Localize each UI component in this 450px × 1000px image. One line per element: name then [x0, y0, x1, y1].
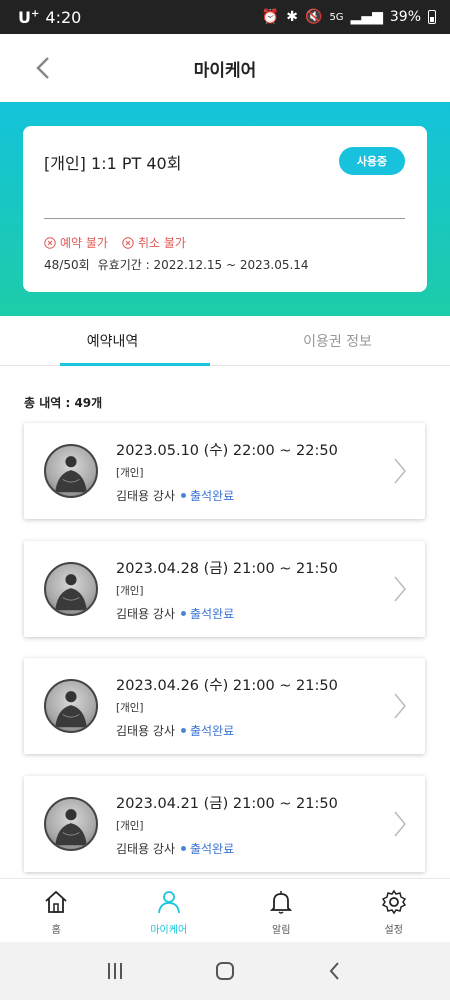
trainer-name: 김태용 강사 — [116, 842, 176, 856]
trainer-photo-icon — [55, 574, 87, 611]
trainer-avatar — [44, 797, 98, 851]
booking-card[interactable]: 2023.04.28 (금) 21:00 ~ 21:50 [개인] 김태용 강사… — [24, 541, 425, 637]
attendance-status: 출석완료 — [190, 724, 235, 738]
tab-reservations[interactable]: 예약내역 — [0, 316, 225, 366]
booking-datetime: 2023.04.21 (금) 21:00 ~ 21:50 — [116, 796, 338, 812]
trainer-photo-icon — [55, 809, 87, 846]
pass-name: [개인] 1:1 PT 40회 — [44, 154, 182, 173]
session-count: 48/50회 — [44, 258, 90, 272]
alarm-icon: ⏰ — [261, 9, 280, 25]
validity-period: 유효기간 : 2022.12.15 ~ 2023.05.14 — [97, 258, 309, 272]
attendance-status: 출석완료 — [190, 489, 235, 503]
status-dot — [181, 493, 187, 498]
chevron-right-icon — [394, 458, 406, 484]
trainer-photo-icon — [55, 691, 87, 728]
pass-meta: 48/50회 유효기간 : 2022.12.15 ~ 2023.05.14 — [44, 256, 317, 273]
attendance-status: 출석완료 — [190, 842, 235, 856]
status-dot — [181, 728, 187, 733]
app-header: 마이케어 — [0, 34, 450, 102]
battery-icon — [428, 10, 436, 24]
x-circle-icon — [44, 236, 56, 249]
battery-percent: 39% — [389, 9, 421, 25]
booking-type: [개인] — [116, 467, 144, 479]
signal-icon: ▂▄▆ — [350, 9, 383, 25]
person-icon — [157, 891, 180, 914]
booking-card[interactable]: 2023.04.21 (금) 21:00 ~ 21:50 [개인] 김태용 강사… — [24, 776, 425, 872]
bottom-nav: 홈 마이케어 알림 설정 — [0, 878, 450, 942]
cancel-unavailable-flag: 취소 불가 — [122, 234, 186, 251]
trainer-avatar — [44, 444, 98, 498]
booking-datetime: 2023.04.26 (수) 21:00 ~ 21:50 — [116, 678, 338, 694]
total-count: 총 내역 : 49개 — [24, 396, 103, 410]
status-bar: U+ 4:20 ⏰ ✱ 🔇 5G ▂▄▆ 39% — [0, 0, 450, 34]
nav-settings[interactable]: 설정 — [338, 879, 450, 942]
nav-home[interactable]: 홈 — [0, 879, 113, 942]
booking-card[interactable]: 2023.05.10 (수) 22:00 ~ 22:50 [개인] 김태용 강사… — [24, 423, 425, 519]
trainer-name: 김태용 강사 — [116, 489, 176, 503]
bell-icon — [270, 891, 293, 914]
network-5g-icon: 5G — [329, 11, 344, 23]
booking-type: [개인] — [116, 585, 144, 597]
trainer-avatar — [44, 562, 98, 616]
reservation-unavailable-flag: 예약 불가 — [44, 234, 108, 251]
back-button[interactable] — [28, 52, 60, 84]
carrier-label: U+ — [18, 7, 40, 27]
back-nav-icon[interactable] — [323, 959, 347, 983]
mute-icon: 🔇 — [305, 9, 323, 25]
gear-icon — [381, 889, 406, 915]
home-icon — [45, 890, 67, 913]
trainer-avatar — [44, 679, 98, 733]
nav-notifications[interactable]: 알림 — [225, 879, 338, 942]
nav-mycare[interactable]: 마이케어 — [113, 879, 226, 942]
bluetooth-icon: ✱ — [286, 9, 298, 25]
tab-bar: 예약내역 이용권 정보 — [0, 316, 450, 366]
booking-card[interactable]: 2023.04.26 (수) 21:00 ~ 21:50 [개인] 김태용 강사… — [24, 658, 425, 754]
clock: 4:20 — [45, 7, 82, 27]
chevron-right-icon — [394, 576, 406, 602]
status-dot — [181, 846, 187, 851]
recent-apps-icon[interactable] — [103, 959, 127, 983]
page-title: 마이케어 — [193, 60, 257, 81]
booking-datetime: 2023.04.28 (금) 21:00 ~ 21:50 — [116, 561, 338, 577]
home-button-icon[interactable] — [213, 959, 237, 983]
divider — [44, 218, 405, 219]
pass-card: [개인] 1:1 PT 40회 사용중 예약 불가 취소 불가 48/50회 유효… — [23, 126, 427, 292]
system-nav-bar — [0, 942, 450, 1000]
attendance-status: 출석완료 — [190, 607, 235, 621]
pass-status-badge: 사용중 — [339, 147, 405, 175]
chevron-right-icon — [394, 693, 406, 719]
trainer-photo-icon — [55, 456, 87, 493]
booking-type: [개인] — [116, 820, 144, 832]
booking-datetime: 2023.05.10 (수) 22:00 ~ 22:50 — [116, 443, 338, 459]
trainer-name: 김태용 강사 — [116, 607, 176, 621]
trainer-name: 김태용 강사 — [116, 724, 176, 738]
status-dot — [181, 611, 187, 616]
tab-pass-info[interactable]: 이용권 정보 — [225, 316, 450, 365]
x-circle-icon — [122, 236, 134, 249]
chevron-right-icon — [394, 811, 406, 837]
chevron-left-icon — [36, 57, 49, 79]
booking-type: [개인] — [116, 702, 144, 714]
